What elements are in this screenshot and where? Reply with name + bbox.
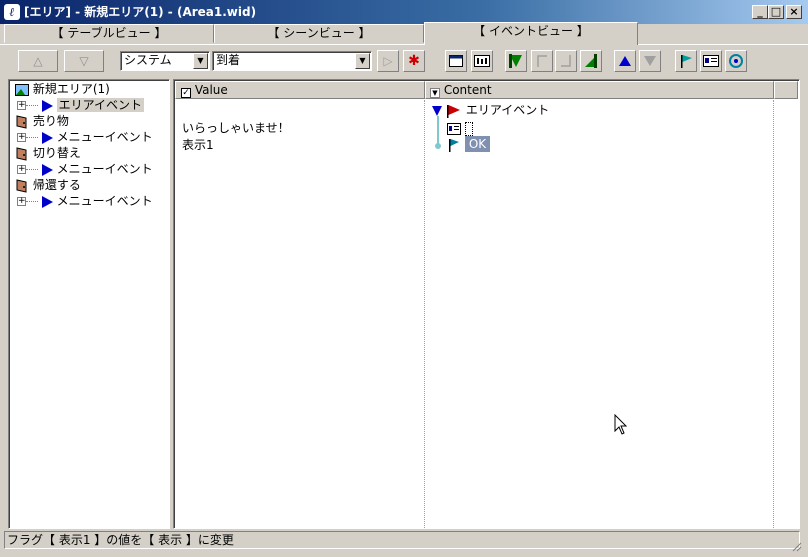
window-icon-button[interactable]	[445, 50, 467, 72]
flag-icon	[449, 138, 459, 152]
window-title: [エリア] - 新規エリア(1) - (Area1.wid)	[24, 5, 257, 19]
nav-up-button[interactable]	[614, 50, 636, 72]
tab-table-view[interactable]: 【 テーブルビュー 】	[4, 24, 214, 43]
tree-label: 帰還する	[32, 178, 81, 192]
resize-grip-icon[interactable]	[790, 540, 802, 552]
column-divider	[773, 100, 774, 528]
move-up-button[interactable]: △	[18, 50, 58, 72]
minimize-button[interactable]: _	[752, 5, 768, 19]
content-message-row[interactable]	[447, 121, 473, 136]
tree-label: メニューイベント	[56, 162, 153, 176]
value-list: いらっしゃいませ！ 表示1	[182, 120, 290, 154]
tree-item-object[interactable]: 帰還する	[15, 177, 81, 193]
chevron-down-icon: ▼	[355, 53, 370, 69]
content-root-label: エリアイベント	[465, 103, 550, 117]
green-triangle-icon	[585, 54, 597, 68]
category-select-value: システム	[124, 53, 172, 67]
stop-button[interactable]: ✱	[403, 50, 425, 72]
loop-button[interactable]	[725, 50, 747, 72]
flag-value-label: OK	[464, 136, 491, 152]
play-triangle-icon	[41, 163, 53, 176]
app-icon: ℓ	[4, 4, 20, 20]
extra-column-header	[774, 81, 798, 99]
expand-icon[interactable]: +	[17, 133, 26, 142]
up-arrow-icon	[619, 56, 631, 66]
nav-down-button[interactable]	[639, 50, 661, 72]
area-tree[interactable]: 新規エリア(1) + エリアイベント 売り物 + メニューイベント 切り替え +…	[8, 79, 170, 529]
tree-label: 切り替え	[32, 146, 81, 160]
branch-right-button[interactable]	[555, 50, 577, 72]
value-line: いらっしゃいませ！	[182, 121, 290, 135]
panel-icon-button[interactable]	[471, 50, 493, 72]
branch-start-button[interactable]	[505, 50, 527, 72]
play-button[interactable]: ▷	[377, 50, 399, 72]
down-arrow-icon	[644, 56, 656, 66]
green-flag-icon	[509, 54, 522, 68]
tree-label: メニューイベント	[56, 194, 153, 208]
landscape-icon	[15, 83, 29, 96]
tree-label: エリアイベント	[56, 98, 145, 112]
title-bar: ℓ [エリア] - 新規エリア(1) - (Area1.wid) _ □ ×	[0, 0, 808, 24]
connector-end	[435, 143, 441, 149]
message-button[interactable]	[700, 50, 722, 72]
window-icon	[449, 55, 463, 67]
category-select[interactable]: システム ▼	[120, 51, 210, 71]
event-pane: ✓ Value ▼ Content いらっしゃいませ！ 表示1 エリアイベント …	[173, 79, 800, 529]
dropdown-icon[interactable]: ▼	[430, 88, 440, 98]
event-select[interactable]: 到着 ▼	[212, 51, 372, 71]
value-header-label: Value	[194, 83, 228, 97]
maximize-button[interactable]: □	[768, 5, 784, 19]
door-icon	[16, 114, 27, 129]
message-icon	[703, 55, 719, 67]
tree-item-event[interactable]: + エリアイベント	[17, 97, 145, 113]
tree-item-event[interactable]: + メニューイベント	[17, 161, 153, 177]
tree-item-object[interactable]: 売り物	[15, 113, 69, 129]
panel-icon	[474, 55, 490, 67]
chevron-down-icon: ▼	[193, 53, 208, 69]
door-icon	[16, 178, 27, 193]
play-triangle-icon	[41, 131, 53, 144]
content-root-row[interactable]: エリアイベント	[432, 101, 549, 118]
status-text: フラグ【 表示1 】の値を【 表示 】に変更	[7, 533, 234, 547]
expand-icon[interactable]: +	[17, 165, 26, 174]
move-down-button[interactable]: ▽	[64, 50, 104, 72]
loop-icon	[729, 54, 743, 68]
close-button[interactable]: ×	[786, 5, 802, 19]
connector-line	[437, 116, 439, 146]
checkbox-icon[interactable]: ✓	[181, 88, 191, 98]
content-column-header[interactable]: ▼ Content	[425, 81, 774, 99]
flag-button[interactable]	[675, 50, 697, 72]
content-flag-row[interactable]: OK	[447, 136, 491, 152]
tree-item-object[interactable]: 切り替え	[15, 145, 81, 161]
play-triangle-icon	[41, 195, 53, 208]
tree-root[interactable]: 新規エリア(1)	[15, 81, 110, 97]
status-bar: フラグ【 表示1 】の値を【 表示 】に変更	[4, 531, 800, 549]
tree-item-event[interactable]: + メニューイベント	[17, 193, 153, 209]
message-placeholder[interactable]	[464, 121, 473, 136]
bracket-right-icon	[561, 55, 571, 67]
content-header-label: Content	[443, 83, 492, 97]
bracket-left-icon	[537, 55, 547, 67]
value-line: 表示1	[182, 138, 214, 152]
value-column-header[interactable]: ✓ Value	[175, 81, 425, 99]
area-name: 新規エリア(1)	[32, 82, 110, 96]
event-select-value: 到着	[216, 53, 241, 67]
flag-icon	[681, 55, 692, 68]
branch-left-button[interactable]	[531, 50, 553, 72]
column-divider	[424, 100, 425, 528]
play-triangle-icon	[41, 99, 53, 112]
expand-icon[interactable]: +	[17, 101, 26, 110]
door-icon	[16, 146, 27, 161]
message-icon	[447, 122, 461, 135]
tree-label: 売り物	[32, 114, 69, 128]
tree-label: メニューイベント	[56, 130, 153, 144]
mouse-cursor-icon	[614, 414, 628, 435]
tab-event-view[interactable]: 【 イベントビュー 】	[424, 22, 638, 45]
branch-end-button[interactable]	[580, 50, 602, 72]
expand-icon[interactable]: +	[17, 197, 26, 206]
tab-scene-view[interactable]: 【 シーンビュー 】	[214, 24, 424, 43]
tree-item-event[interactable]: + メニューイベント	[17, 129, 153, 145]
